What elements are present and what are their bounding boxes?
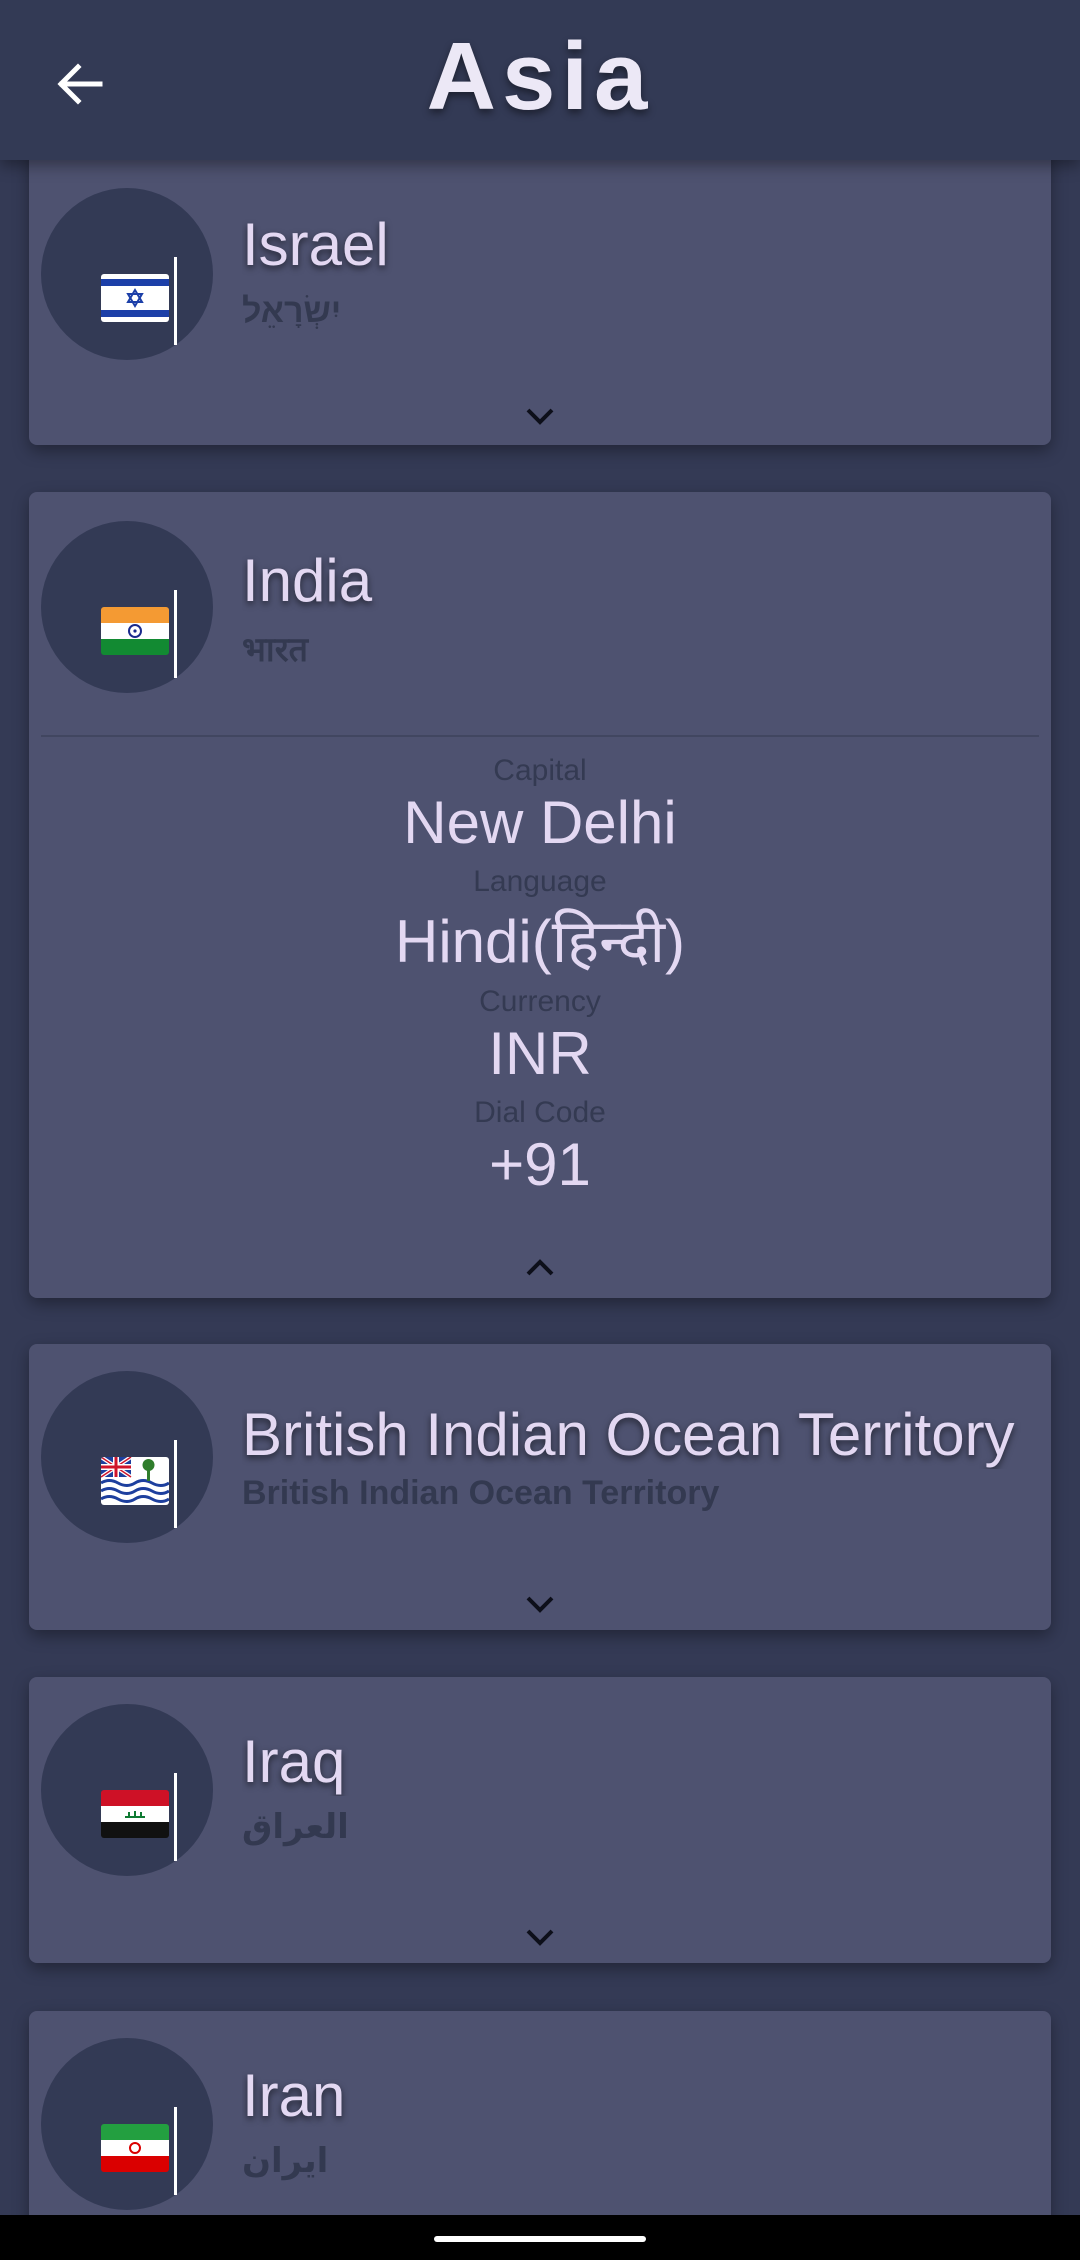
country-name: Israel	[242, 211, 389, 278]
country-name: British Indian Ocean Territory	[242, 1401, 1015, 1468]
language-label: Language	[473, 865, 607, 898]
dial-code-label: Dial Code	[474, 1096, 606, 1129]
flag-israel-icon	[101, 274, 169, 322]
flag-avatar	[41, 2038, 213, 2210]
country-name: India	[242, 547, 373, 614]
country-card-iran[interactable]: Iran ایران	[29, 2011, 1051, 2215]
flag-india-icon	[101, 607, 169, 655]
capital-value: New Delhi	[403, 789, 677, 856]
flag-british-indian-ocean-territory-icon	[101, 1457, 169, 1505]
flag-iraq-icon	[101, 1790, 169, 1838]
language-value: Hindi(हिन्दी)	[394, 908, 686, 975]
native-name: British Indian Ocean Territory	[242, 1474, 720, 1512]
page-title: Asia	[426, 23, 654, 130]
currency-label: Currency	[479, 985, 601, 1018]
country-name: Iraq	[242, 1728, 346, 1795]
dial-code-value: +91	[489, 1131, 591, 1198]
app-bar: Asia	[0, 0, 1080, 160]
capital-label: Capital	[493, 754, 587, 787]
chevron-down-icon[interactable]	[522, 1592, 558, 1616]
country-card-iraq[interactable]: Iraq العراق	[29, 1677, 1051, 1963]
flag-avatar	[41, 188, 213, 360]
native-name: ایران	[242, 2142, 329, 2180]
flag-avatar	[41, 521, 213, 693]
divider	[41, 735, 1039, 737]
country-name: Iran	[242, 2062, 346, 2129]
currency-value: INR	[488, 1020, 592, 1087]
chevron-down-icon[interactable]	[522, 404, 558, 428]
native-name: भारत	[242, 631, 308, 669]
chevron-down-icon[interactable]	[522, 1925, 558, 1949]
native-name: יִשְׂרָאֵל	[242, 292, 342, 330]
native-name: العراق	[242, 1808, 349, 1846]
country-card-israel[interactable]: Israel יִשְׂרָאֵל	[29, 142, 1051, 445]
flag-avatar	[41, 1371, 213, 1543]
home-gesture-handle[interactable]	[434, 2236, 646, 2242]
chevron-up-icon[interactable]	[522, 1256, 558, 1280]
system-nav-bar	[0, 2215, 1080, 2260]
flag-avatar	[41, 1704, 213, 1876]
country-card-india[interactable]: India भारत Capital New Delhi Language Hi…	[29, 492, 1051, 1298]
country-list[interactable]: Israel יִשְׂרָאֵל India भारत Capital New…	[0, 0, 1080, 2215]
country-card-british-indian-ocean-territory[interactable]: British Indian Ocean Territory British I…	[29, 1344, 1051, 1630]
flag-iran-icon	[101, 2124, 169, 2172]
